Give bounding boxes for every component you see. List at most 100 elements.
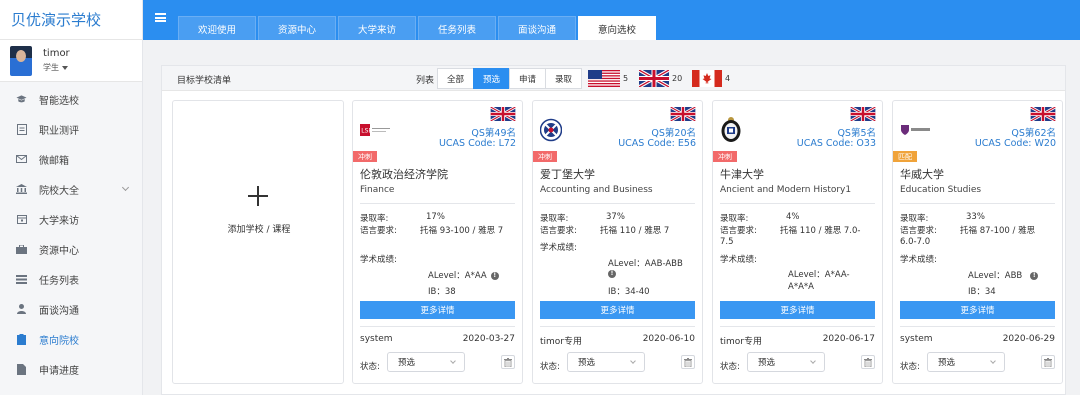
divider [540,326,695,327]
bookmark-icon [16,333,27,345]
status-select[interactable]: 预选 [567,352,645,372]
tab-interviews[interactable]: 面谈沟通 [498,16,576,40]
country-filter-ca[interactable]: 4 [692,70,730,87]
sidebar-item-target-schools[interactable]: 意向院校 [0,324,142,354]
qs-ranking: QS第49名 [471,128,516,139]
tab-target-schools[interactable]: 意向选校 [578,16,656,40]
delete-button[interactable] [1041,355,1055,369]
academic-label: 学术成绩: [360,255,397,265]
sidebar-item-interviews[interactable]: 面谈沟通 [0,294,142,324]
delete-button[interactable] [501,355,515,369]
more-details-button[interactable]: 更多详情 [540,301,695,319]
filter-apply-button[interactable]: 申请 [509,68,547,89]
sidebar: 贝优演示学校 timor 学生 智能选校 职业测评 微邮箱 院校大全 大学来访 [0,0,143,395]
creator: system [900,334,933,344]
uk-flag-icon [850,107,876,121]
sidebar-item-label: 申请进度 [39,365,79,377]
sidebar-item-label: 面谈沟通 [39,305,79,317]
sidebar-item-university-visits[interactable]: 大学来访 [0,204,142,234]
info-icon[interactable]: ! [608,269,616,278]
acceptance-rate: 37% [606,212,625,222]
country-filter-uk[interactable]: 20 [639,70,682,87]
school-name[interactable]: 华威大学 [900,166,944,182]
chevron-down-icon [630,358,636,364]
filter-all-button[interactable]: 全部 [437,68,475,89]
more-details-button[interactable]: 更多详情 [720,301,875,319]
tab-welcome[interactable]: 欢迎使用 [178,16,256,40]
school-name[interactable]: 牛津大学 [720,166,764,182]
sidebar-item-label: 微邮箱 [39,155,69,167]
clipboard-icon [16,123,27,135]
ib-requirement: IB：34-40 [608,287,650,297]
chevron-down-icon [121,183,130,192]
language-requirement: 语言要求: 托福 110 / 雅思 7.0-7.5 [720,226,870,248]
school-logo-warwick [900,117,932,143]
ucas-code: UCAS Code: L72 [438,138,516,149]
calendar-icon [16,214,27,225]
school-name[interactable]: 爱丁堡大学 [540,166,595,182]
category-tag: 冲刺 [713,151,737,162]
language-label: 语言要求: [540,226,577,236]
more-details-button[interactable]: 更多详情 [900,301,1055,319]
academic-label: 学术成绩: [540,243,577,253]
user-panel: timor 学生 [0,40,142,82]
created-date: 2020-06-10 [642,334,695,344]
plus-icon [248,186,268,206]
list-title: 目标学校清单 [177,76,232,86]
status-select[interactable]: 预选 [387,352,465,372]
school-name[interactable]: 伦敦政治经济学院 [360,166,448,182]
language-requirement: 语言要求: 托福 87-100 / 雅思 6.0-7.0 [900,226,1050,248]
acceptance-rate: 33% [966,212,985,222]
status-value: 预选 [938,358,956,368]
sidebar-item-career-assessment[interactable]: 职业测评 [0,114,142,144]
filter-admitted-button[interactable]: 录取 [545,68,583,89]
created-date: 2020-06-29 [1002,334,1055,344]
sidebar-item-label: 大学来访 [39,215,79,227]
country-count: 20 [672,74,683,83]
qs-ranking: QS第5名 [837,128,876,139]
alevel-requirement: ALevel：A*AA-A*A*A [788,270,850,292]
divider [360,203,515,204]
delete-button[interactable] [861,355,875,369]
avatar[interactable] [10,45,32,76]
status-select[interactable]: 预选 [747,352,825,372]
country-count: 4 [725,74,731,83]
more-details-button[interactable]: 更多详情 [360,301,515,319]
trash-icon [864,357,872,367]
school-logo-lse: LSE [360,117,392,143]
sidebar-item-application-progress[interactable]: 申请进度 [0,354,142,384]
ib-requirement: IB：34 [968,287,996,297]
school-card: QS第62名 UCAS Code: W20 匹配 华威大学 Education … [892,100,1063,384]
info-row: ! [608,269,616,279]
country-filter-us[interactable]: 5 [588,70,628,87]
category-tag: 冲刺 [533,151,557,162]
acceptance-rate: 17% [426,212,445,222]
tab-resource-center[interactable]: 资源中心 [258,16,336,40]
chevron-down-icon [810,358,816,364]
filter-preselect-button[interactable]: 预选 [473,68,511,89]
delete-button[interactable] [681,355,695,369]
language-label: 语言要求: [900,226,937,236]
brand-title[interactable]: 贝优演示学校 [0,0,142,40]
sidebar-item-institutions[interactable]: 院校大全 [0,174,142,204]
tab-university-visits[interactable]: 大学来访 [338,16,416,40]
institution-icon [16,184,27,195]
info-icon[interactable]: ! [1030,271,1039,280]
divider [720,326,875,327]
sidebar-item-resource-center[interactable]: 资源中心 [0,234,142,264]
user-role-dropdown[interactable]: 学生 [43,62,70,73]
tab-task-list[interactable]: 任务列表 [418,16,496,40]
info-icon[interactable]: ! [490,271,499,280]
sidebar-item-smart-selection[interactable]: 智能选校 [0,84,142,114]
user-name: timor [43,48,70,59]
sidebar-item-task-list[interactable]: 任务列表 [0,264,142,294]
country-count: 5 [623,74,629,83]
add-school-card[interactable]: 添加学校 / 课程 [172,100,344,384]
divider [540,203,695,204]
status-select[interactable]: 预选 [927,352,1005,372]
academic-label: 学术成绩: [720,255,757,265]
hamburger-menu-icon[interactable] [155,13,166,22]
school-card: LSE QS第49名 UCAS Code: L72 冲刺 伦敦政治经济学院 Fi… [352,100,523,384]
status-label: 状态: [360,362,380,372]
sidebar-item-mailbox[interactable]: 微邮箱 [0,144,142,174]
